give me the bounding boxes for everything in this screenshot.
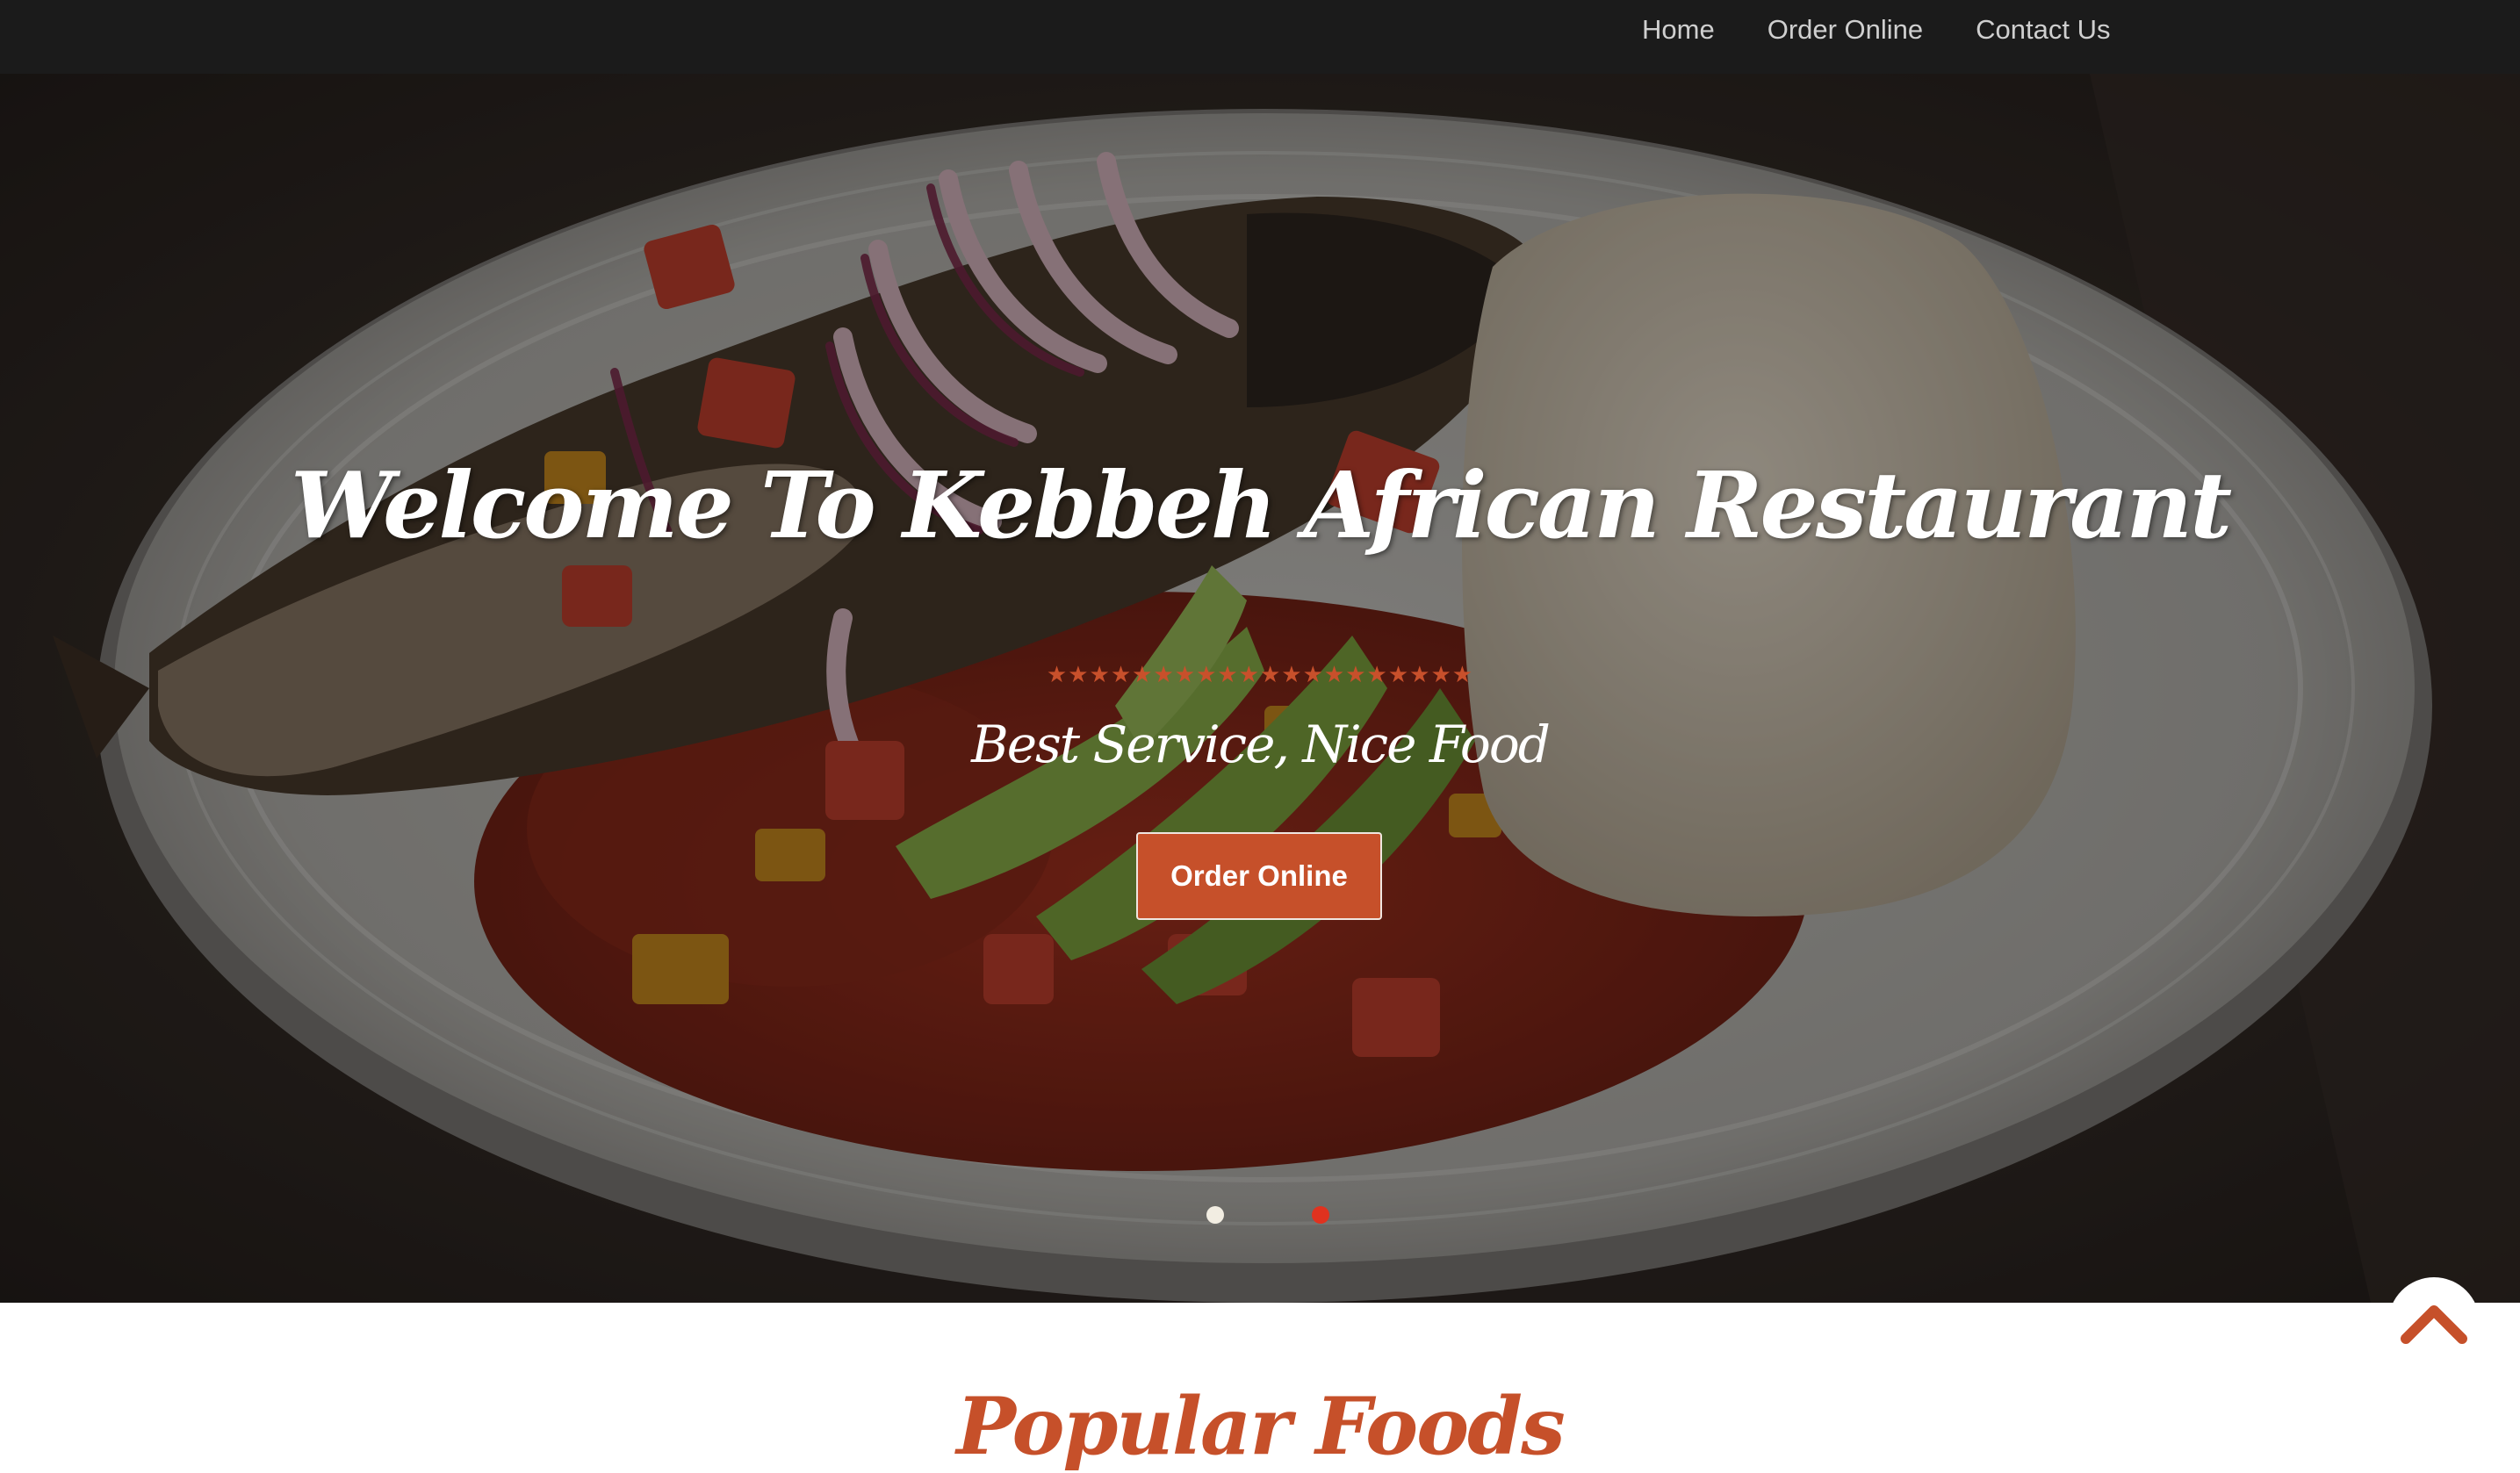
hero-dark-overlay [0,74,2520,1303]
hero-title: Welcome To Kebbeh African Restaurant [290,451,2232,559]
order-online-button[interactable]: Order Online [1136,832,1382,920]
hero-stars-divider: ★★★★★★★★★★★★★★★★★★★★ [1046,662,1474,688]
chevron-up-icon [2401,1305,2467,1344]
top-navbar: Home Order Online Contact Us [0,0,2520,74]
hero-subtitle: Best Service, Nice Food [971,715,1551,774]
scroll-to-top-button[interactable] [2388,1277,2480,1369]
nav-links: Home Order Online Contact Us [1642,0,2164,60]
carousel-dot-2-active[interactable] [1312,1206,1329,1224]
nav-link-contact-us[interactable]: Contact Us [1976,14,2110,46]
nav-link-home[interactable]: Home [1642,14,1715,46]
section-heading: Popular Foods [956,1380,1566,1473]
nav-link-order-online[interactable]: Order Online [1768,14,1923,46]
carousel-indicators [0,1206,2520,1224]
hero-carousel: Welcome To Kebbeh African Restaurant ★★★… [0,74,2520,1303]
carousel-dot-1[interactable] [1206,1206,1224,1224]
